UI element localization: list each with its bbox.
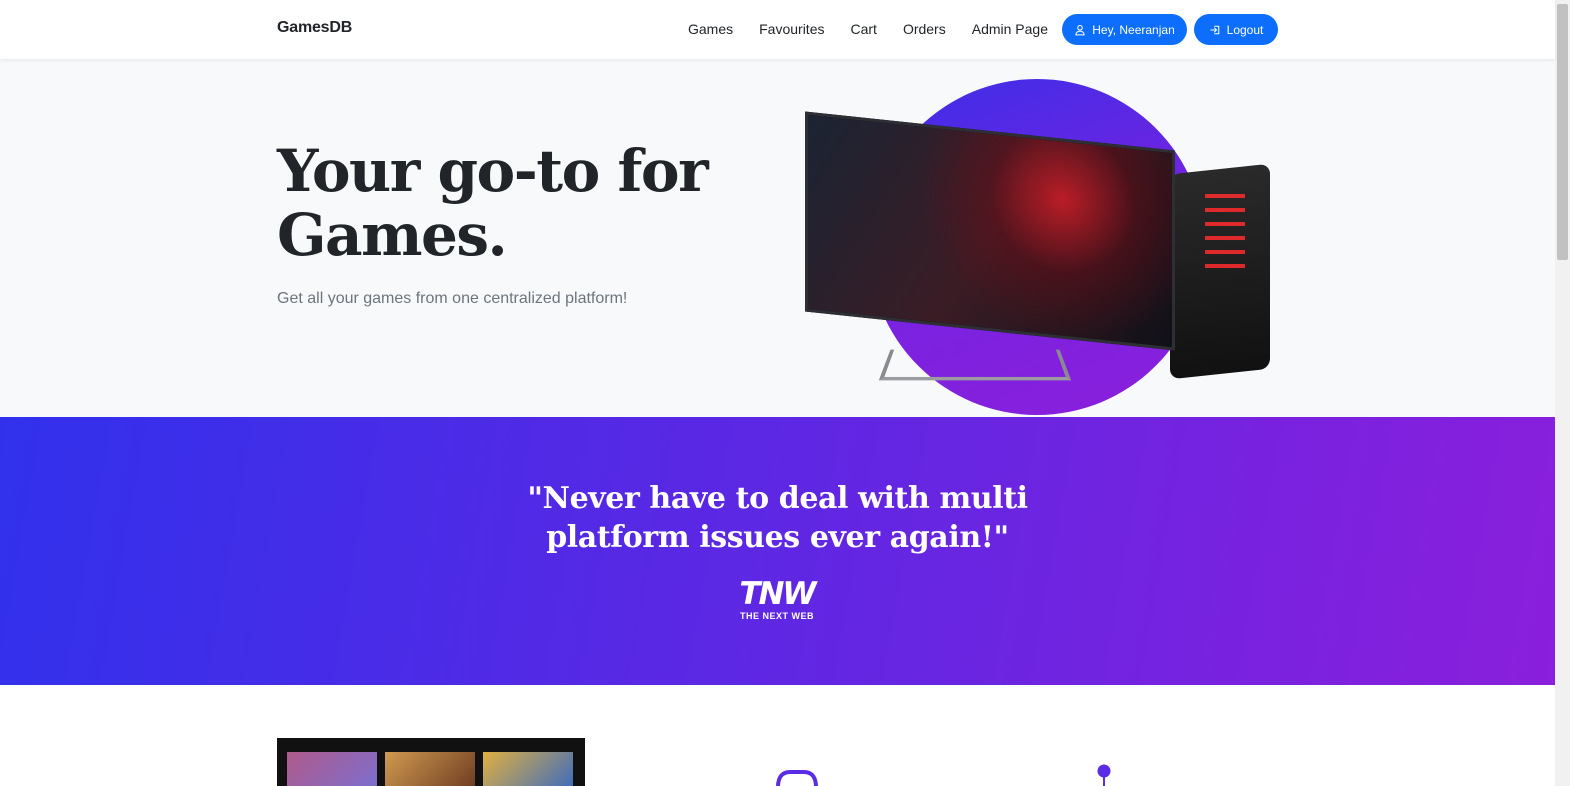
login-icon — [1210, 25, 1219, 34]
logout-button[interactable]: Logout — [1194, 14, 1278, 45]
tnw-logo: TNW THE NEXT WEB — [730, 576, 824, 622]
nav-link-favourites[interactable]: Favourites — [759, 21, 824, 37]
tnw-logo-mark: TNW — [739, 576, 816, 612]
gamepad-icon — [776, 770, 818, 786]
brand-logo[interactable]: GamesDB — [277, 19, 352, 37]
logout-button-label: Logout — [1226, 22, 1264, 37]
user-profile-button[interactable]: Hey, Neeranjan — [1062, 14, 1187, 45]
collage-panel — [287, 752, 377, 786]
hero-section: Your go-to for Games. Get all your games… — [0, 59, 1555, 417]
pc-led-lights — [1205, 194, 1245, 274]
nav-links: Games Favourites Cart Orders Admin Page — [688, 21, 1074, 37]
page-scrollbar[interactable] — [1555, 0, 1570, 786]
hero-subtitle: Get all your games from one centralized … — [277, 290, 628, 307]
user-icon — [1075, 24, 1085, 35]
monitor-stand — [878, 349, 1072, 381]
collage-panel — [483, 752, 573, 786]
hero-title: Your go-to for Games. — [277, 137, 709, 269]
collage-panel — [385, 752, 475, 786]
nav-link-cart[interactable]: Cart — [850, 21, 876, 37]
testimonial-quote-text: "Never have to deal with multi platform … — [527, 481, 1028, 555]
nav-link-orders[interactable]: Orders — [903, 21, 946, 37]
testimonial-banner: "Never have to deal with multi platform … — [0, 417, 1555, 685]
map-pin-icon — [1097, 764, 1111, 786]
user-button-label: Hey, Neeranjan — [1092, 22, 1175, 37]
tnw-logo-caption: THE NEXT WEB — [739, 611, 814, 621]
nav-link-admin-page[interactable]: Admin Page — [972, 21, 1048, 37]
gaming-monitor — [805, 111, 1175, 351]
scrollbar-thumb[interactable] — [1557, 4, 1568, 260]
nav-link-games[interactable]: Games — [688, 21, 733, 37]
games-collage-image — [277, 738, 585, 786]
monitor-game-art — [808, 114, 1172, 348]
testimonial-quote: "Never have to deal with multi platform … — [0, 479, 1555, 557]
navbar: GamesDB Games Favourites Cart Orders Adm… — [0, 0, 1555, 59]
